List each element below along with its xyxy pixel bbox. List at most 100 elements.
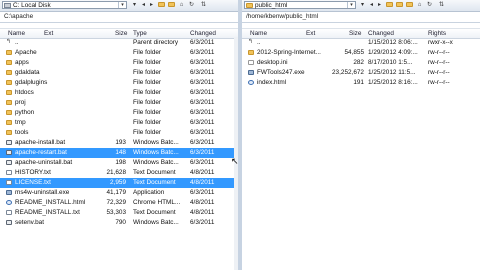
col-changed[interactable]: Changed xyxy=(368,30,394,38)
chevron-down-icon[interactable]: ▾ xyxy=(118,2,126,8)
file-row[interactable]: LICENSE.txt 2,959 Text Document 4/8/2011 xyxy=(0,178,238,188)
cell-rights: rw-r--r-- xyxy=(428,79,450,86)
file-row[interactable]: Apache File folder 6/3/2011 xyxy=(0,48,238,58)
cell-type: Windows Batc... xyxy=(133,219,179,226)
col-ext[interactable]: Ext xyxy=(306,30,315,38)
cell-name: apache-uninstall.bat xyxy=(15,159,73,166)
cell-changed: 1/25/2012 11:5... xyxy=(368,69,416,76)
home-icon[interactable]: ⌂ xyxy=(178,2,185,8)
cell-changed: 1/15/2012 8:06:... xyxy=(368,39,418,46)
open-folder-icon[interactable] xyxy=(158,2,165,8)
cell-name: apps xyxy=(15,59,29,66)
local-toolbar: C: Local Disk ▾ ▾ ◂ ▸ ⌂ ↻ ⇅ xyxy=(0,0,238,12)
parent-folder-icon[interactable] xyxy=(168,2,175,8)
sort-icon[interactable]: ⇅ xyxy=(438,2,445,8)
file-row[interactable]: python File folder 6/3/2011 xyxy=(0,108,238,118)
html-icon xyxy=(248,80,254,85)
cell-changed: 4/8/2011 xyxy=(190,179,215,186)
bat-icon xyxy=(6,150,12,155)
file-row[interactable]: setenv.bat 790 Windows Batc... 6/3/2011 xyxy=(0,218,238,228)
sort-icon[interactable]: ⇅ xyxy=(200,2,207,8)
cell-type: File folder xyxy=(133,59,162,66)
col-size[interactable]: Size xyxy=(349,30,361,38)
open-folder-icon[interactable] xyxy=(386,2,393,8)
file-row[interactable]: 2012-Spring-Internet... 54,855 1/29/2012 4… xyxy=(242,48,480,58)
cell-changed: 6/3/2011 xyxy=(190,69,215,76)
cell-type: Text Document xyxy=(133,169,176,176)
file-row[interactable]: apps File folder 6/3/2011 xyxy=(0,58,238,68)
file-row[interactable]: tmp File folder 6/3/2011 xyxy=(0,118,238,128)
cell-changed: 6/3/2011 xyxy=(190,219,215,226)
forward-icon[interactable]: ▸ xyxy=(148,2,155,8)
cell-changed: 6/3/2011 xyxy=(190,49,215,56)
file-row[interactable]: htdocs File folder 6/3/2011 xyxy=(0,88,238,98)
cell-size: 191 xyxy=(353,79,364,86)
cell-size: 193 xyxy=(115,139,126,146)
cell-changed: 6/3/2011 xyxy=(190,79,215,86)
folder-icon xyxy=(6,130,12,135)
ini-icon xyxy=(248,60,254,65)
file-row[interactable]: desktop.ini 282 8/17/2010 1:5... rw-r--r-- xyxy=(242,58,480,68)
file-row[interactable]: apache-install.bat 193 Windows Batc... 6/3/… xyxy=(0,138,238,148)
cell-type: File folder xyxy=(133,109,162,116)
remote-toolbar: public_html ▾ ▾ ◂ ▸ ⌂ ↻ ⇅ xyxy=(242,0,480,12)
col-size[interactable]: Size xyxy=(115,30,127,38)
file-row[interactable]: README_INSTALL.html 72,329 Chrome HTML... 4… xyxy=(0,198,238,208)
refresh-icon[interactable]: ↻ xyxy=(426,2,433,8)
file-row[interactable]: README_INSTALL.txt 53,303 Text Document 4/8… xyxy=(0,208,238,218)
file-row[interactable]: apache-uninstall.bat 198 Windows Batc... 6/… xyxy=(0,158,238,168)
folder-icon xyxy=(6,110,12,115)
folder-icon xyxy=(6,70,12,75)
chevron-down-icon[interactable]: ▾ xyxy=(347,2,355,8)
file-row[interactable]: index.html 191 1/25/2012 8:16:... rw-r--r-- xyxy=(242,78,480,88)
cell-name: setenv.bat xyxy=(15,219,45,226)
local-drive-selector[interactable]: C: Local Disk ▾ xyxy=(2,1,127,9)
folder-icon xyxy=(6,100,12,105)
parent-folder-icon[interactable] xyxy=(396,2,403,8)
local-pane: C: Local Disk ▾ ▾ ◂ ▸ ⌂ ↻ ⇅ C:\apache Na… xyxy=(0,0,239,270)
file-row[interactable]: apache-restart.bat 148 Windows Batc... 6/3/… xyxy=(0,148,238,158)
col-name[interactable]: Name xyxy=(8,30,25,38)
file-row[interactable]: ↰.. Parent directory 6/3/2011 xyxy=(0,38,238,48)
root-folder-icon[interactable] xyxy=(406,2,413,8)
cell-changed: 4/8/2011 xyxy=(190,169,215,176)
cell-size: 198 xyxy=(115,159,126,166)
forward-icon[interactable]: ▸ xyxy=(376,2,383,8)
file-row[interactable]: FWTools247.exe 23,252,672 1/25/2012 11:5..… xyxy=(242,68,480,78)
cell-type: File folder xyxy=(133,99,162,106)
cell-name: HISTORY.txt xyxy=(15,169,51,176)
file-row[interactable]: proj File folder 6/3/2011 xyxy=(0,98,238,108)
back-icon[interactable]: ◂ xyxy=(140,2,147,8)
file-row[interactable]: ms4w-uninstall.exe 41,179 Application 6/3/2… xyxy=(0,188,238,198)
col-rights[interactable]: Rights xyxy=(428,30,446,38)
remote-folder-selector[interactable]: public_html ▾ xyxy=(244,1,356,9)
cell-type: Windows Batc... xyxy=(133,139,179,146)
cell-type: File folder xyxy=(133,129,162,136)
file-row[interactable]: gdaldata File folder 6/3/2011 xyxy=(0,68,238,78)
folder-icon xyxy=(248,50,254,55)
cell-name: tmp xyxy=(15,119,26,126)
local-path[interactable]: C:\apache xyxy=(0,12,238,23)
remote-path[interactable]: /home/kbenw/public_html xyxy=(242,12,480,23)
drive-icon xyxy=(4,2,11,8)
file-row[interactable]: tools File folder 6/3/2011 xyxy=(0,128,238,138)
cell-size: 23,252,672 xyxy=(332,69,364,76)
cell-type: File folder xyxy=(133,69,162,76)
cell-type: File folder xyxy=(133,119,162,126)
cell-name: Apache xyxy=(15,49,37,56)
col-name[interactable]: Name xyxy=(250,30,267,38)
home-icon[interactable]: ⌂ xyxy=(416,2,423,8)
col-type[interactable]: Type xyxy=(133,30,147,38)
refresh-icon[interactable]: ↻ xyxy=(188,2,195,8)
file-row[interactable]: ↰.. 1/15/2012 8:06:... rwxr-x--x xyxy=(242,38,480,48)
file-row[interactable]: gdalplugins File folder 6/3/2011 xyxy=(0,78,238,88)
cell-size: 790 xyxy=(115,219,126,226)
file-row[interactable]: HISTORY.txt 21,628 Text Document 4/8/2011 xyxy=(0,168,238,178)
filter-icon[interactable]: ▾ xyxy=(131,2,138,8)
filter-icon[interactable]: ▾ xyxy=(359,2,366,8)
up-icon: ↰ xyxy=(248,39,254,43)
back-icon[interactable]: ◂ xyxy=(368,2,375,8)
col-changed[interactable]: Changed xyxy=(190,30,216,38)
cell-name: ms4w-uninstall.exe xyxy=(15,189,70,196)
col-ext[interactable]: Ext xyxy=(44,30,53,38)
